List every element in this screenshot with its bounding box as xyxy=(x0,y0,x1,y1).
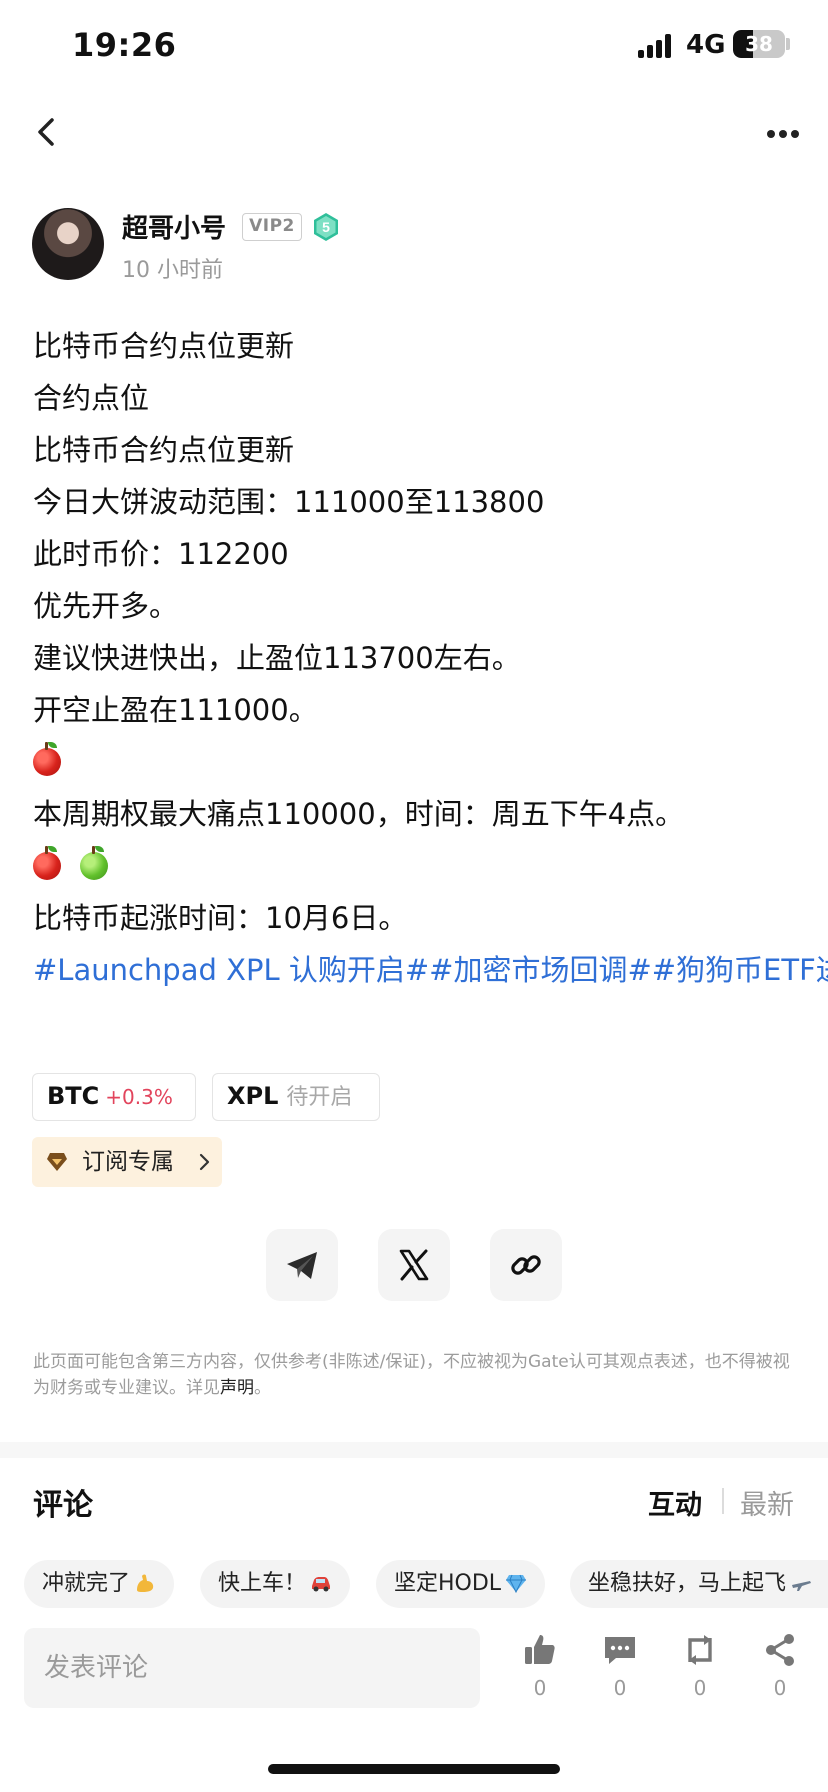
author-avatar[interactable] xyxy=(32,208,104,280)
network-type: 4G xyxy=(686,30,726,60)
more-dot-icon xyxy=(767,130,775,138)
repost-count: 0 xyxy=(693,1676,707,1700)
disclaimer: 此页面可能包含第三方内容，仅供参考(非陈述/保证)，不应被视为Gate认可其观点… xyxy=(33,1349,803,1401)
signal-icon xyxy=(638,32,674,58)
link-icon xyxy=(511,1255,541,1275)
quick-reply-chip[interactable]: 坐稳扶好，马上起飞 xyxy=(570,1560,828,1608)
gem-icon xyxy=(506,1574,527,1594)
content-line: 建议快进快出，止盈位113700左右。 xyxy=(33,641,521,675)
content-line: 本周期权最大痛点110000，时间：周五下午4点。 xyxy=(33,797,685,831)
home-indicator[interactable] xyxy=(268,1764,560,1774)
battery-cap xyxy=(786,38,790,50)
tab-interact[interactable]: 互动 xyxy=(648,1483,702,1522)
hashtag-links[interactable]: #Launchpad XPL 认购开启##加密市场回调##狗狗币ETF进展# xyxy=(33,944,828,996)
share-button[interactable]: 0 xyxy=(750,1632,810,1712)
share-count: 0 xyxy=(773,1676,787,1700)
ticker-chip-xpl[interactable]: XPL 待开启 xyxy=(212,1073,380,1121)
like-count: 0 xyxy=(533,1676,547,1700)
content-line: 比特币合约点位更新 xyxy=(33,329,295,363)
author-name[interactable]: 超哥小号 xyxy=(122,208,226,245)
comments-title: 评论 xyxy=(33,1488,93,1523)
repost-icon xyxy=(688,1635,712,1665)
section-divider xyxy=(0,1442,828,1458)
level-number: 5 xyxy=(322,219,330,235)
subscribe-button[interactable]: 订阅专属 xyxy=(32,1137,222,1187)
quick-reply-label: 快上车！ xyxy=(218,1571,307,1596)
tab-latest[interactable]: 最新 xyxy=(740,1483,794,1522)
level-badge-icon: 5 xyxy=(314,213,338,241)
disclaimer-link[interactable]: 声明 xyxy=(220,1378,254,1398)
chevron-right-icon xyxy=(199,1153,210,1171)
content-line: 比特币合约点位更新 xyxy=(33,433,295,467)
quick-reply-label: 冲就完了 xyxy=(42,1571,131,1596)
ticker-change: +0.3% xyxy=(105,1085,173,1109)
thumbs-up-icon xyxy=(525,1635,555,1664)
status-time: 19:26 xyxy=(72,26,177,64)
content-line: 此时币价：112200 xyxy=(33,537,289,571)
share-telegram-button[interactable] xyxy=(266,1229,338,1301)
status-bar: 19:26 4G 38 xyxy=(0,0,828,92)
more-dot-icon xyxy=(779,130,787,138)
tab-separator xyxy=(722,1488,724,1514)
ticker-status: 待开启 xyxy=(286,1085,353,1110)
copy-link-button[interactable] xyxy=(490,1229,562,1301)
ticker-chip-btc[interactable]: BTC +0.3% xyxy=(32,1073,196,1121)
emoji-line xyxy=(33,736,803,788)
content-line: 优先开多。 xyxy=(33,589,179,623)
car-icon xyxy=(312,1577,331,1592)
red-apple-icon xyxy=(33,742,61,776)
like-button[interactable]: 0 xyxy=(510,1632,570,1712)
telegram-icon xyxy=(287,1252,317,1279)
back-button[interactable] xyxy=(28,112,68,156)
comment-button[interactable]: 0 xyxy=(590,1632,650,1712)
diamond-icon xyxy=(47,1153,67,1171)
battery-icon: 38 xyxy=(733,30,785,58)
ticker-symbol: BTC xyxy=(47,1082,100,1110)
post-content: 比特币合约点位更新 合约点位 比特币合约点位更新 今日大饼波动范围：111000… xyxy=(33,320,828,996)
repost-button[interactable]: 0 xyxy=(670,1632,730,1712)
airplane-icon xyxy=(792,1581,812,1591)
quick-reply-chip[interactable]: 坚定HODL xyxy=(376,1560,546,1608)
quick-reply-chip[interactable]: 冲就完了 xyxy=(24,1560,175,1608)
quick-reply-chip[interactable]: 快上车！ xyxy=(200,1560,351,1608)
subscribe-label: 订阅专属 xyxy=(82,1149,174,1175)
flexed-biceps-icon xyxy=(137,1574,154,1592)
post-detail-page: 19:26 4G 38 超哥小号 VIP2 5 10 小时前 比特币合约点位更新… xyxy=(0,0,828,1792)
share-icon xyxy=(766,1634,794,1666)
comment-input[interactable] xyxy=(24,1628,480,1708)
vip-badge: VIP2 xyxy=(242,213,302,241)
chevron-left-icon xyxy=(38,118,54,146)
ticker-symbol: XPL xyxy=(227,1082,279,1110)
quick-reply-label: 坐稳扶好，马上起飞 xyxy=(588,1571,787,1596)
share-x-button[interactable] xyxy=(378,1229,450,1301)
more-dot-icon xyxy=(791,130,799,138)
green-apple-icon xyxy=(80,846,109,880)
content-line: 今日大饼波动范围：111000至113800 xyxy=(33,485,545,519)
x-icon xyxy=(399,1249,429,1281)
comment-bubble-icon xyxy=(605,1637,635,1664)
content-line: 合约点位 xyxy=(33,381,150,415)
more-options-button[interactable] xyxy=(758,112,808,152)
post-time: 10 小时前 xyxy=(122,258,223,283)
red-apple-icon xyxy=(33,846,61,880)
content-line: 比特币起涨时间：10月6日。 xyxy=(33,901,408,935)
battery-level: 38 xyxy=(745,32,773,56)
emoji-line xyxy=(33,840,803,892)
comment-count: 0 xyxy=(613,1676,627,1700)
content-line: 开空止盈在111000。 xyxy=(33,693,318,727)
quick-reply-label: 坚定HODL xyxy=(394,1571,502,1596)
disclaimer-text: 此页面可能包含第三方内容，仅供参考(非陈述/保证)，不应被视为Gate认可其观点… xyxy=(33,1352,790,1398)
disclaimer-end: 。 xyxy=(254,1378,271,1398)
